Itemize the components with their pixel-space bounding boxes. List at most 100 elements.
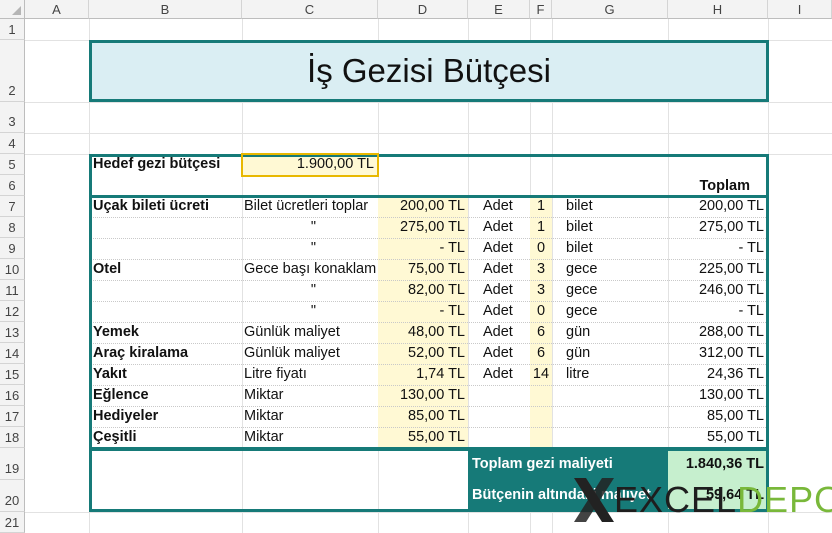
- row-header-11[interactable]: 11: [0, 280, 25, 301]
- item-description: ": [310, 219, 316, 235]
- item-description: Miktar: [244, 429, 284, 445]
- item-total: - TL: [738, 240, 764, 256]
- item-total: 225,00 TL: [698, 261, 764, 277]
- column-header-e[interactable]: E: [468, 0, 530, 19]
- item-price-input[interactable]: 52,00 TL: [380, 343, 465, 363]
- item-quantity-input[interactable]: 0: [530, 301, 552, 321]
- item-total: - TL: [738, 303, 764, 319]
- column-header-b[interactable]: B: [89, 0, 242, 19]
- gridline: [25, 133, 832, 134]
- item-unit-word: Adet: [483, 324, 513, 340]
- column-header-f[interactable]: F: [530, 0, 552, 19]
- item-quantity-input[interactable]: 6: [530, 322, 552, 342]
- select-all-triangle-icon: [12, 6, 21, 15]
- item-unit: bilet: [566, 240, 593, 256]
- item-price-input[interactable]: 48,00 TL: [380, 322, 465, 342]
- item-name: Uçak bileti ücreti: [93, 198, 210, 214]
- item-price-input[interactable]: - TL: [380, 301, 465, 321]
- item-description: Bilet ücretleri toplar: [244, 198, 369, 214]
- column-header-d[interactable]: D: [378, 0, 468, 19]
- total-cost-label: Toplam gezi maliyeti: [472, 456, 613, 472]
- item-total: 288,00 TL: [698, 324, 764, 340]
- row-header-15[interactable]: 15: [0, 364, 25, 385]
- total-column-header: Toplam: [699, 178, 750, 194]
- item-total: 24,36 TL: [707, 366, 764, 382]
- item-price-input[interactable]: 82,00 TL: [380, 280, 465, 300]
- select-all-corner[interactable]: [0, 0, 25, 19]
- item-unit-word: Adet: [483, 240, 513, 256]
- item-quantity-input[interactable]: 3: [530, 259, 552, 279]
- item-name: Yemek: [93, 324, 139, 340]
- item-total: 130,00 TL: [698, 387, 764, 403]
- item-description: Miktar: [244, 387, 284, 403]
- row-header-19[interactable]: 19: [0, 448, 25, 480]
- row-header-5[interactable]: 5: [0, 154, 25, 175]
- total-cost-value: 1.840,36 TL: [685, 456, 764, 472]
- row-header-6[interactable]: 6: [0, 175, 25, 196]
- item-unit: bilet: [566, 219, 593, 235]
- row-header-9[interactable]: 9: [0, 238, 25, 259]
- row-header-10[interactable]: 10: [0, 259, 25, 280]
- item-total: 246,00 TL: [698, 282, 764, 298]
- item-description: ": [310, 303, 316, 319]
- item-description: Günlük maliyet: [244, 324, 340, 340]
- item-unit: gün: [566, 345, 591, 361]
- item-quantity-input[interactable]: 1: [530, 196, 552, 216]
- item-description: Gece başı konaklam: [244, 261, 377, 277]
- row-header-3[interactable]: 3: [0, 102, 25, 133]
- column-header-c[interactable]: C: [242, 0, 378, 19]
- row-header-8[interactable]: 8: [0, 217, 25, 238]
- item-price-input[interactable]: 130,00 TL: [380, 385, 465, 405]
- column-header-h[interactable]: H: [668, 0, 768, 19]
- item-description: Litre fiyatı: [244, 366, 307, 382]
- row-header-12[interactable]: 12: [0, 301, 25, 322]
- column-header-g[interactable]: G: [552, 0, 668, 19]
- item-unit-word: Adet: [483, 345, 513, 361]
- item-unit: litre: [566, 366, 590, 382]
- item-price-input[interactable]: 1,74 TL: [380, 364, 465, 384]
- item-unit-word: Adet: [483, 219, 513, 235]
- item-unit-word: Adet: [483, 366, 513, 382]
- gridline: [25, 102, 832, 103]
- item-quantity-input[interactable]: 14: [530, 364, 552, 384]
- column-header-i[interactable]: I: [768, 0, 832, 19]
- row-header-16[interactable]: 16: [0, 385, 25, 406]
- row-header-18[interactable]: 18: [0, 427, 25, 448]
- item-price-input[interactable]: 275,00 TL: [380, 217, 465, 237]
- item-name: Otel: [93, 261, 122, 277]
- item-quantity-input[interactable]: 3: [530, 280, 552, 300]
- row-header-7[interactable]: 7: [0, 196, 25, 217]
- logo-text-excel: EXCEL: [614, 479, 738, 520]
- row-header-13[interactable]: 13: [0, 322, 25, 343]
- x-logo-icon: [574, 478, 614, 522]
- row-header-2[interactable]: 2: [0, 40, 25, 102]
- item-price-input[interactable]: 55,00 TL: [380, 427, 465, 447]
- item-quantity-input[interactable]: 0: [530, 238, 552, 258]
- item-name: Çeşitli: [93, 429, 137, 445]
- item-unit: gece: [566, 282, 598, 298]
- item-name: Araç kiralama: [93, 345, 189, 361]
- item-unit: gün: [566, 324, 591, 340]
- item-price-input[interactable]: 85,00 TL: [380, 406, 465, 426]
- item-unit: bilet: [566, 198, 593, 214]
- row-header-14[interactable]: 14: [0, 343, 25, 364]
- row-header-1[interactable]: 1: [0, 19, 25, 40]
- row-header-20[interactable]: 20: [0, 480, 25, 512]
- target-label: Hedef gezi bütçesi: [93, 156, 221, 172]
- item-price-input[interactable]: - TL: [380, 238, 465, 258]
- item-description: Günlük maliyet: [244, 345, 340, 361]
- item-description: ": [310, 240, 316, 256]
- row-header-21[interactable]: 21: [0, 512, 25, 533]
- item-unit-word: Adet: [483, 303, 513, 319]
- item-quantity-input[interactable]: 6: [530, 343, 552, 363]
- item-name: Eğlence: [93, 387, 149, 403]
- item-quantity-input[interactable]: 1: [530, 217, 552, 237]
- item-unit-word: Adet: [483, 282, 513, 298]
- logo-text-depo: DEPO: [737, 479, 832, 520]
- item-total: 200,00 TL: [698, 198, 764, 214]
- item-price-input[interactable]: 200,00 TL: [380, 196, 465, 216]
- item-price-input[interactable]: 75,00 TL: [380, 259, 465, 279]
- row-header-4[interactable]: 4: [0, 133, 25, 154]
- row-header-17[interactable]: 17: [0, 406, 25, 427]
- column-header-a[interactable]: A: [25, 0, 89, 19]
